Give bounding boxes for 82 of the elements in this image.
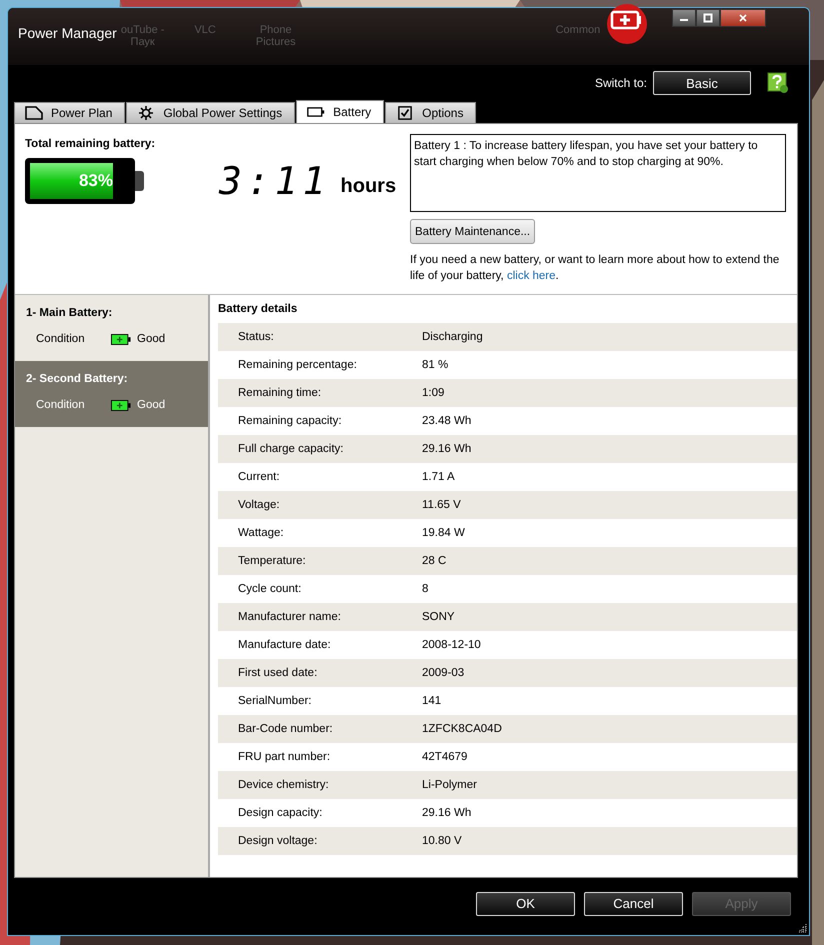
battery-icon <box>307 105 326 119</box>
condition-label: Condition <box>36 333 86 345</box>
battery-terminal <box>135 171 144 191</box>
detail-value: 11.65 V <box>422 499 461 511</box>
detail-label: SerialNumber: <box>237 695 312 707</box>
detail-value: 8 <box>422 583 428 595</box>
dialog-button[interactable]: Cancel <box>584 892 683 916</box>
battery-icon <box>111 400 131 410</box>
desktop-icon-label: Phone Pictures <box>256 24 296 48</box>
section-title: Total remaining battery: <box>25 138 156 150</box>
detail-value: SONY <box>422 611 455 623</box>
desktop-icon-label: ouTube - Паук <box>120 24 164 48</box>
detail-value: 141 <box>422 695 442 707</box>
detail-label: Manufacturer name: <box>237 611 342 623</box>
window-title: Power Manager <box>18 25 117 41</box>
maximize-button[interactable] <box>696 9 720 27</box>
detail-label: Bar-Code number: <box>237 723 334 735</box>
minimize-button[interactable] <box>672 9 696 27</box>
detail-label: Wattage: <box>237 527 285 539</box>
detail-label: Temperature: <box>237 555 307 567</box>
battery-name: 2- Second Battery: <box>26 373 128 385</box>
detail-label: Current: <box>237 471 281 483</box>
resize-grip-icon[interactable] <box>797 923 807 933</box>
detail-label: Status: <box>237 331 275 343</box>
detail-label: FRU part number: <box>237 751 332 763</box>
detail-label: Remaining percentage: <box>237 359 358 371</box>
time-unit: hours <box>340 174 396 198</box>
detail-value: 10.80 V <box>422 835 462 847</box>
close-button[interactable] <box>720 9 766 27</box>
detail-label: Manufacture date: <box>237 639 332 651</box>
maintenance-button[interactable]: Battery Maintenance... <box>410 219 536 244</box>
detail-value: 2008-12-10 <box>422 639 481 651</box>
detail-value: 28 C <box>422 555 446 567</box>
battery-name: 1- Main Battery: <box>26 307 112 319</box>
desktop-icon-label: Common <box>556 24 600 38</box>
checkbox-icon <box>396 106 414 120</box>
detail-value: 42T4679 <box>422 751 468 763</box>
settings-icon <box>137 106 156 120</box>
detail-label: Remaining capacity: <box>237 415 343 427</box>
detail-label: First used date: <box>237 667 318 679</box>
battery-list-item[interactable]: 1- Main Battery: Condition Good <box>15 295 208 361</box>
dialog-button[interactable]: OK <box>476 892 575 916</box>
detail-value: Li-Polymer <box>422 779 477 791</box>
details-title: Battery details <box>218 303 298 317</box>
tab[interactable]: Options <box>385 102 476 123</box>
detail-value: 81 % <box>422 359 448 371</box>
switch-label: Switch to: <box>594 76 647 90</box>
page-icon <box>25 106 43 120</box>
info-text: If you need a new battery, or want to learn more about how to extend the life of your battery, click here. <box>410 253 780 284</box>
help-icon[interactable] <box>767 72 789 94</box>
detail-value: 19.84 W <box>422 527 465 539</box>
tab[interactable]: Global Power Settings <box>126 102 296 123</box>
detail-label: Device chemistry: <box>237 779 330 791</box>
tab[interactable]: Power Plan <box>14 102 126 123</box>
condition-value: Good <box>137 333 166 345</box>
detail-label: Design capacity: <box>237 807 324 819</box>
detail-value: 29.16 Wh <box>422 807 472 819</box>
click-here-link[interactable]: click here <box>506 270 556 282</box>
remaining-time: 3:11 <box>219 159 331 203</box>
detail-value: 2009-03 <box>422 667 464 679</box>
detail-label: Cycle count: <box>237 583 302 595</box>
detail-value: 29.16 Wh <box>422 443 472 455</box>
basic-button[interactable]: Basic <box>653 71 751 95</box>
maximize-icon <box>703 13 714 23</box>
battery-percent: 83% <box>78 170 113 192</box>
detail-label: Remaining time: <box>237 387 322 399</box>
notice-box: Battery 1 : To increase battery lifespan, you have set your battery to start charging when below 70% and to stop charging at 90%. <box>410 134 786 212</box>
condition-label: Condition <box>36 399 86 411</box>
battery-icon <box>111 334 131 344</box>
detail-value: 1.71 A <box>422 471 455 483</box>
condition-value: Good <box>137 399 166 411</box>
tab[interactable]: Battery <box>296 100 384 123</box>
desktop-icon-label: VLC <box>194 24 216 38</box>
battery-list-item[interactable]: 2- Second Battery: Condition Good <box>15 361 208 427</box>
detail-value: 1ZFCK8CA04D <box>422 723 502 735</box>
detail-value: Discharging <box>422 331 483 343</box>
detail-label: Voltage: <box>237 499 281 511</box>
close-icon <box>738 13 748 23</box>
detail-label: Full charge capacity: <box>237 443 344 455</box>
detail-value: 23.48 Wh <box>422 415 472 427</box>
detail-value: 1:09 <box>422 387 444 399</box>
detail-label: Design voltage: <box>237 835 318 847</box>
